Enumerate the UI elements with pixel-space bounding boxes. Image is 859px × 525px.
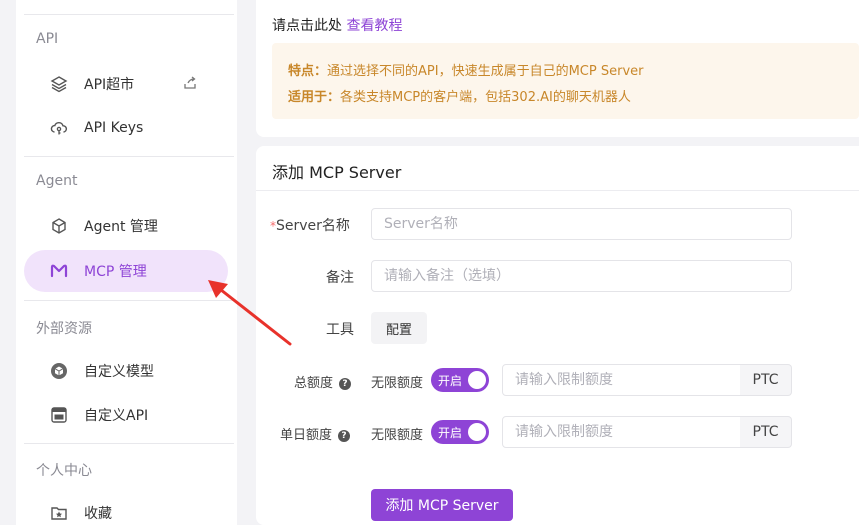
section-label-agent: Agent	[36, 173, 78, 189]
model-cube-icon	[50, 362, 68, 380]
configure-tools-button[interactable]: 配置	[371, 312, 428, 344]
total-quota-label: 总额度?	[294, 372, 352, 391]
feature-label: 特点：	[288, 64, 328, 79]
annotation-arrow-icon	[208, 280, 292, 346]
remark-label: 备注	[326, 270, 354, 286]
sidebar: API API超市 API Keys Agent Agent 管理 MCP 管理…	[16, 0, 237, 525]
total-quota-label-text: 总额度	[294, 376, 334, 391]
intro-line: 请点击此处 查看教程	[272, 15, 402, 35]
sidebar-item-api-keys[interactable]: API Keys	[24, 107, 228, 149]
sidebar-item-label: 自定义API	[84, 408, 149, 424]
sidebar-item-label: API Keys	[84, 120, 144, 136]
divider	[24, 14, 234, 15]
tutorial-link[interactable]: 查看教程	[346, 18, 402, 34]
cube-icon	[50, 217, 68, 235]
applies-line: 适用于：各类支持MCP的客户端，包括302.AI的聊天机器人	[288, 85, 859, 111]
help-icon[interactable]: ?	[338, 430, 351, 442]
star-folder-icon	[50, 504, 68, 522]
remark-input[interactable]	[371, 260, 792, 292]
form-divider	[256, 190, 859, 191]
toggle-knob	[468, 423, 486, 441]
intro-card: 请点击此处 查看教程 特点：通过选择不同的API，快速生成属于自己的MCP Se…	[256, 0, 859, 137]
unit-suffix: PTC	[740, 416, 792, 448]
server-name-label-text: Server名称	[276, 218, 350, 234]
sidebar-item-label: Agent 管理	[84, 219, 158, 235]
api-box-icon	[50, 406, 68, 424]
toggle-text: 开启	[438, 373, 463, 388]
divider	[24, 156, 234, 157]
daily-quota-label-text: 单日额度	[280, 428, 333, 443]
cloud-key-icon	[50, 119, 68, 137]
sidebar-item-custom-api[interactable]: 自定义API	[24, 394, 228, 436]
daily-unlimited-toggle[interactable]: 开启	[431, 420, 489, 444]
sidebar-item-label: API超市	[84, 77, 135, 93]
server-name-input[interactable]	[371, 208, 792, 240]
add-mcp-server-button[interactable]: 添加 MCP Server	[371, 489, 513, 521]
toggle-text: 开启	[438, 425, 463, 440]
applies-text: 各类支持MCP的客户端，包括302.AI的聊天机器人	[340, 90, 631, 105]
section-label-external: 外部资源	[36, 321, 92, 337]
unlimited-label: 无限额度	[371, 428, 424, 443]
daily-quota-label: 单日额度?	[280, 424, 351, 443]
sidebar-item-label: MCP 管理	[84, 264, 147, 280]
unlimited-label: 无限额度	[371, 376, 424, 391]
total-quota-input[interactable]	[502, 364, 741, 396]
tools-label: 工具	[326, 322, 354, 338]
unit-suffix: PTC	[740, 364, 792, 396]
section-label-personal: 个人中心	[36, 463, 92, 479]
help-icon[interactable]: ?	[339, 378, 352, 390]
intro-prompt: 请点击此处	[272, 18, 342, 34]
divider	[24, 443, 234, 444]
sidebar-item-custom-model[interactable]: 自定义模型	[24, 350, 228, 392]
toggle-knob	[468, 371, 486, 389]
feature-line: 特点：通过选择不同的API，快速生成属于自己的MCP Server	[288, 59, 859, 85]
total-unlimited-toggle[interactable]: 开启	[431, 368, 489, 392]
feature-text: 通过选择不同的API，快速生成属于自己的MCP Server	[327, 64, 644, 79]
sidebar-item-label: 自定义模型	[84, 364, 154, 380]
mcp-m-icon	[50, 262, 68, 280]
layers-icon	[50, 75, 68, 93]
applies-label: 适用于：	[288, 90, 341, 105]
sidebar-item-mcp-manage[interactable]: MCP 管理	[24, 250, 228, 292]
daily-quota-input[interactable]	[502, 416, 741, 448]
notice-box: 特点：通过选择不同的API，快速生成属于自己的MCP Server 适用于：各类…	[272, 43, 859, 119]
sidebar-item-label: 收藏	[84, 506, 112, 522]
form-title: 添加 MCP Server	[272, 163, 402, 182]
sidebar-item-api-market[interactable]: API超市	[24, 63, 228, 105]
server-name-label: *Server名称	[270, 215, 350, 235]
sidebar-item-favorites[interactable]: 收藏	[24, 492, 228, 525]
external-link-icon	[182, 75, 198, 95]
section-label-api: API	[36, 31, 59, 47]
sidebar-item-agent-manage[interactable]: Agent 管理	[24, 205, 228, 247]
